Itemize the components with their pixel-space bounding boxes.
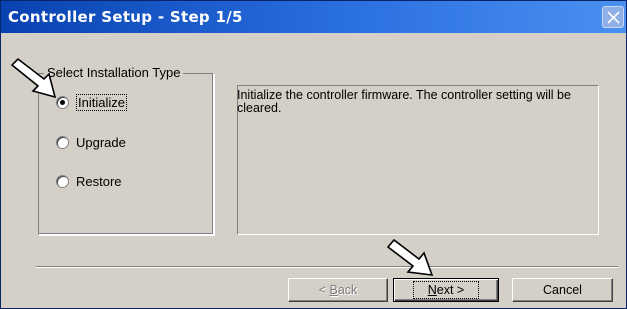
radio-button[interactable] (56, 135, 69, 149)
next-button-label: Next > (412, 281, 480, 299)
description-text: Initialize the controller firmware. The … (237, 88, 571, 115)
cancel-button[interactable]: Cancel (512, 278, 613, 302)
radio-upgrade[interactable]: Upgrade (56, 133, 126, 151)
radio-label-restore[interactable]: Restore (76, 174, 122, 189)
pointer-arrow-icon (386, 238, 434, 276)
radio-restore[interactable]: Restore (56, 172, 122, 190)
radio-label-upgrade[interactable]: Upgrade (76, 135, 126, 150)
close-icon (607, 11, 620, 24)
radio-button[interactable] (56, 174, 69, 188)
back-button-label: < Back (318, 283, 358, 297)
radio-label-initialize[interactable]: Initialize (76, 93, 127, 111)
group-title: Select Installation Type (44, 65, 184, 80)
window-title: Controller Setup - Step 1/5 (8, 8, 243, 26)
close-button[interactable] (602, 6, 624, 28)
pointer-arrow-icon (10, 57, 57, 99)
cancel-button-label: Cancel (543, 283, 582, 297)
title-bar[interactable]: Controller Setup - Step 1/5 (1, 1, 626, 33)
next-button[interactable]: Next > (393, 278, 499, 302)
divider (36, 266, 618, 268)
back-button[interactable]: < Back (288, 278, 388, 302)
setup-dialog: Controller Setup - Step 1/5 Select Insta… (0, 0, 627, 309)
radio-initialize[interactable]: Initialize (56, 93, 127, 111)
